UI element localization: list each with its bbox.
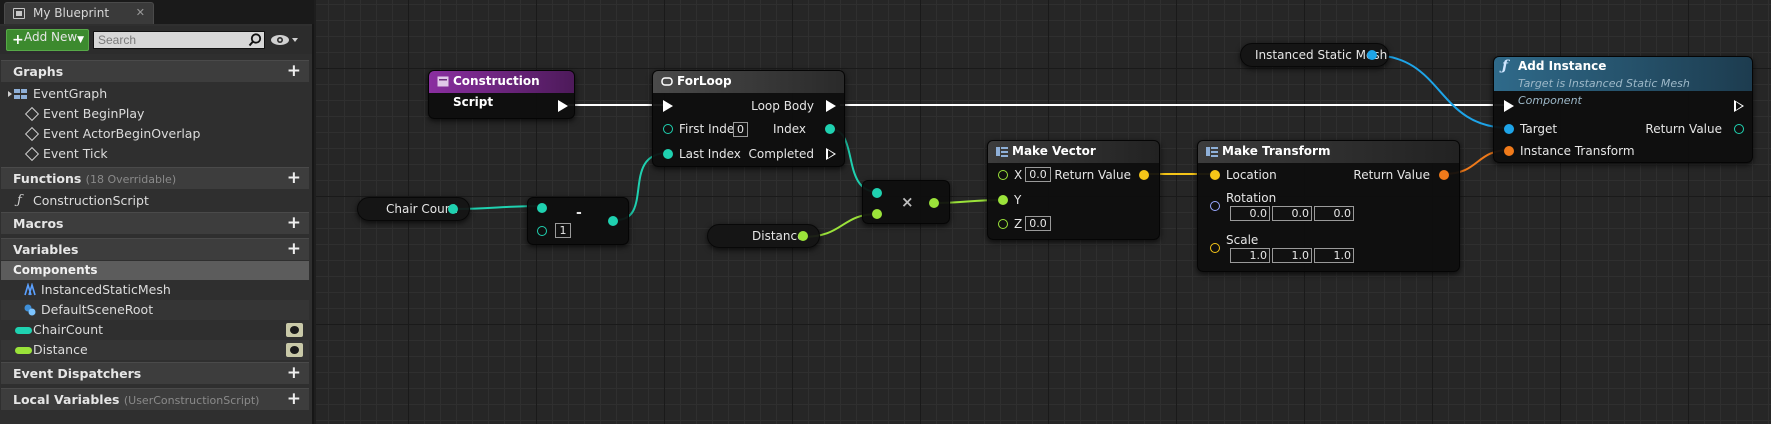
node-header: Make Vector [988,141,1159,163]
location-pin[interactable] [1210,170,1220,180]
rotation-y-input[interactable]: 0.0 [1272,206,1312,221]
scale-z-input[interactable]: 1.0 [1314,248,1354,263]
target-pin[interactable] [1504,124,1514,134]
rotation-x-input[interactable]: 0.0 [1230,206,1270,221]
vector-x-pin[interactable] [998,170,1008,180]
rotation-label: Rotation [1226,191,1277,205]
vector-y-pin[interactable] [998,195,1008,205]
transform-return-pin[interactable] [1439,170,1449,180]
subtract-input-a-pin[interactable] [537,203,547,213]
vector-return-pin[interactable] [1139,170,1149,180]
node-multiply[interactable]: × [862,180,950,224]
chair-count-out-pin[interactable] [448,204,458,214]
mesh-out-pin[interactable] [1367,50,1377,60]
z-label: Z [1014,217,1023,231]
subtract-out-pin[interactable] [608,216,618,226]
node-title: Make Transform [1222,144,1331,158]
index-out-pin[interactable] [825,124,835,134]
vector-z-pin[interactable] [998,219,1008,229]
target-label: Target [1520,122,1558,136]
instance-transform-label: Instance Transform [1520,144,1635,158]
multiply-symbol: × [901,193,914,211]
variable-node-label: Chair Count [386,202,458,216]
node-title: Construction Script [453,74,540,109]
scale-x-input[interactable]: 1.0 [1230,248,1270,263]
rotation-z-input[interactable]: 0.0 [1314,206,1354,221]
make-struct-icon [996,147,1008,157]
node-get-instanced-static-mesh[interactable]: Instanced Static Mesh [1240,43,1389,67]
scale-y-input[interactable]: 1.0 [1272,248,1312,263]
scale-label: Scale [1226,233,1259,247]
multiply-input-a-pin[interactable] [872,188,882,198]
first-index-pin[interactable] [663,124,673,134]
node-subtract-int[interactable]: 1 - [527,197,629,245]
scale-pin[interactable] [1210,243,1220,253]
node-construction-script[interactable]: Construction Script [428,70,575,119]
loop-icon [661,77,673,86]
subtract-b-input[interactable]: 1 [555,223,571,238]
return-value-label: Return Value [1645,122,1722,136]
node-for-loop[interactable]: ForLoop Loop Body First Index 0 Index La… [652,70,845,167]
y-label: Y [1014,193,1022,207]
exec-out-pin[interactable] [1734,100,1744,112]
node-get-distance[interactable]: Distance [707,224,820,248]
node-title: Add Instance [1518,59,1607,73]
loop-body-label: Loop Body [751,99,814,113]
node-get-chair-count[interactable]: Chair Count [357,197,470,221]
subtract-symbol: - [576,205,582,221]
exec-out-pin[interactable] [558,100,568,112]
exec-in-pin[interactable] [1504,100,1514,112]
loop-body-exec-pin[interactable] [826,100,836,112]
node-subtitle: Target is Instanced Static Mesh Componen… [1518,77,1690,107]
completed-label: Completed [748,147,814,161]
add-instance-return-pin[interactable] [1734,124,1744,134]
return-value-label: Return Value [1054,168,1131,182]
exec-in-pin[interactable] [663,100,673,112]
instance-transform-pin[interactable] [1504,146,1514,156]
completed-exec-pin[interactable] [826,148,836,160]
first-index-label: First Index [679,122,742,136]
node-header: Construction Script [429,71,574,109]
distance-out-pin[interactable] [798,231,808,241]
last-index-label: Last Index [679,147,741,161]
multiply-input-b-pin[interactable] [872,209,882,219]
variable-node-label: Distance [752,229,805,243]
function-icon: ƒ [1502,58,1509,74]
blueprint-editor: My Blueprint ✕ + Add New ▼ Search Graphs… [0,0,1771,424]
subtract-input-b-pin[interactable] [537,226,547,236]
index-label: Index [772,122,806,136]
object-wire [1370,54,1511,129]
multiply-out-pin[interactable] [929,198,939,208]
first-index-input[interactable]: 0 [733,122,748,137]
make-struct-icon [1206,147,1218,157]
construction-script-icon [437,76,449,87]
node-add-instance[interactable]: ƒ Add Instance Target is Instanced Stati… [1493,56,1753,163]
location-label: Location [1226,168,1277,182]
node-header: Make Transform [1198,141,1459,163]
vector-z-input[interactable]: 0.0 [1025,216,1051,231]
node-make-vector[interactable]: Make Vector X 0.0 Return Value Y Z 0.0 [987,140,1160,240]
node-header: ForLoop [653,71,844,93]
node-header: ƒ Add Instance Target is Instanced Stati… [1494,57,1752,107]
return-value-label: Return Value [1353,168,1430,182]
vector-x-input[interactable]: 0.0 [1025,167,1051,182]
node-make-transform[interactable]: Make Transform Location Return Value Rot… [1197,140,1460,272]
rotation-pin[interactable] [1210,201,1220,211]
node-title: ForLoop [677,74,732,88]
x-label: X [1014,168,1023,182]
node-title: Make Vector [1012,144,1096,158]
last-index-pin[interactable] [663,149,673,159]
